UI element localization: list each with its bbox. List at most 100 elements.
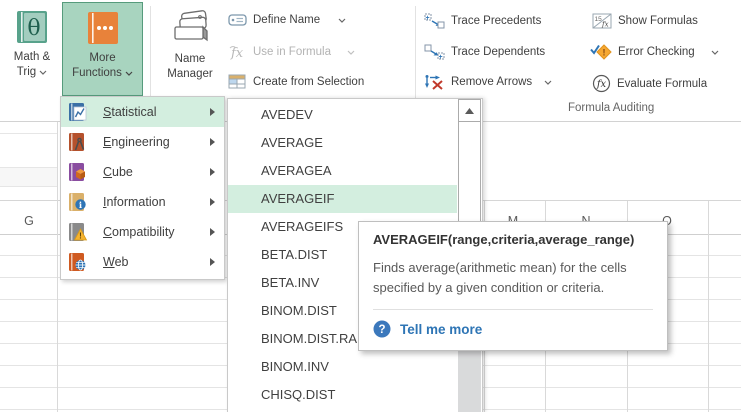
formula-auditing-group-label: Formula Auditing xyxy=(568,102,654,114)
submenu-arrow-icon xyxy=(210,198,215,206)
error-checking-label: Error Checking xyxy=(618,46,695,58)
svg-text:!: ! xyxy=(603,48,606,58)
more-functions-label-line2: Functions xyxy=(72,66,122,81)
chevron-down-icon xyxy=(347,50,355,55)
web-book-icon xyxy=(68,252,88,272)
submenu-arrow-icon xyxy=(210,138,215,146)
evaluate-formula-icon: fx xyxy=(592,74,611,93)
evaluate-formula-label: Evaluate Formula xyxy=(617,78,707,90)
function-item-binom-inv[interactable]: BINOM.INV xyxy=(228,353,457,381)
function-item-average[interactable]: AVERAGE xyxy=(228,129,457,157)
submenu-arrow-icon xyxy=(210,108,215,116)
gridline-col-p xyxy=(708,201,709,412)
name-manager-label-line1: Name xyxy=(175,52,206,67)
menu-item-label: Engineering xyxy=(103,135,170,149)
excel-formulas-ribbon-screenshot: G M N O θ Math & Trig xyxy=(0,0,741,412)
svg-text:θ: θ xyxy=(27,16,40,41)
create-from-selection-icon xyxy=(228,74,247,89)
engineering-book-icon xyxy=(68,132,88,152)
menu-item-label: Cube xyxy=(103,165,133,179)
menu-item-compatibility[interactable]: ! Compatibility xyxy=(61,217,224,247)
create-from-selection-label: Create from Selection xyxy=(253,76,364,88)
trace-dependents-label: Trace Dependents xyxy=(451,46,545,58)
more-functions-label-line1: More xyxy=(89,51,115,66)
svg-text:fx: fx xyxy=(230,46,244,60)
chevron-down-icon xyxy=(125,71,133,76)
svg-text:fx: fx xyxy=(596,79,607,90)
remove-arrows-icon xyxy=(424,74,445,90)
function-item-avedev[interactable]: AVEDEV xyxy=(228,101,457,129)
trace-precedents-label: Trace Precedents xyxy=(451,15,541,27)
menu-item-web[interactable]: Web xyxy=(61,247,224,277)
menu-item-statistical[interactable]: Statistical xyxy=(61,97,224,127)
help-question-icon: ? xyxy=(373,320,391,338)
tooltip-divider xyxy=(373,309,653,310)
function-item-averagea[interactable]: AVERAGEA xyxy=(228,157,457,185)
show-formulas-icon: 15 fx xyxy=(592,13,612,29)
evaluate-formula-button[interactable]: fx Evaluate Formula xyxy=(592,74,707,93)
submenu-arrow-icon xyxy=(210,258,215,266)
submenu-arrow-icon xyxy=(210,228,215,236)
chevron-down-icon xyxy=(544,80,552,85)
svg-text:!: ! xyxy=(79,232,82,241)
formula-bar-line xyxy=(0,133,57,134)
svg-text:+: + xyxy=(439,54,443,60)
svg-text:15: 15 xyxy=(595,16,603,23)
more-functions-book-icon xyxy=(87,11,119,45)
information-book-icon: i xyxy=(68,192,88,212)
svg-text:?: ? xyxy=(378,324,385,336)
cube-book-icon xyxy=(68,162,88,182)
statistical-book-icon xyxy=(68,102,88,122)
math-trig-label-line1: Math & xyxy=(14,50,50,65)
use-in-formula-button: fx Use in Formula xyxy=(228,44,355,60)
menu-item-label: Information xyxy=(103,195,166,209)
scrollbar-up-button[interactable] xyxy=(458,99,481,122)
define-name-tag-icon xyxy=(228,13,247,27)
math-trig-label-line2: Trig xyxy=(17,65,36,80)
tooltip-title: AVERAGEIF(range,criteria,average_range) xyxy=(373,232,653,247)
chevron-down-icon xyxy=(711,50,719,55)
column-header-g[interactable]: G xyxy=(14,209,44,233)
tell-me-more-label: Tell me more xyxy=(400,322,482,337)
name-box-strip xyxy=(0,167,57,187)
group-separator xyxy=(415,6,416,112)
math-trig-book-icon: θ xyxy=(16,10,48,44)
function-item-chisq-dist[interactable]: CHISQ.DIST xyxy=(228,381,457,409)
scroll-up-arrow-icon xyxy=(465,108,474,114)
averageif-tooltip: AVERAGEIF(range,criteria,average_range) … xyxy=(358,221,668,351)
trace-precedents-icon: + xyxy=(424,13,445,29)
menu-item-label: Compatibility xyxy=(103,225,175,239)
name-manager-button[interactable]: Name Manager xyxy=(152,2,228,94)
menu-item-information[interactable]: i Information xyxy=(61,187,224,217)
tooltip-description: Finds average(arithmetic mean) for the c… xyxy=(373,258,649,298)
use-in-formula-label: Use in Formula xyxy=(253,46,331,58)
more-functions-menu: Statistical Engineering Cube xyxy=(60,96,225,280)
error-checking-icon: ! xyxy=(590,44,612,60)
trace-dependents-button[interactable]: + Trace Dependents xyxy=(424,44,545,60)
define-name-button[interactable]: Define Name xyxy=(228,13,346,27)
trace-dependents-icon: + xyxy=(424,44,445,60)
chevron-down-icon xyxy=(338,18,346,23)
trace-precedents-button[interactable]: + Trace Precedents xyxy=(424,13,541,29)
tell-me-more-link[interactable]: ? Tell me more xyxy=(373,320,653,338)
compatibility-book-icon: ! xyxy=(68,222,88,242)
menu-item-engineering[interactable]: Engineering xyxy=(61,127,224,157)
svg-text:+: + xyxy=(426,15,430,22)
math-trig-button[interactable]: θ Math & Trig xyxy=(4,2,60,94)
use-in-formula-icon: fx xyxy=(228,44,247,60)
menu-item-cube[interactable]: Cube xyxy=(61,157,224,187)
name-manager-icon xyxy=(169,10,211,46)
show-formulas-button[interactable]: 15 fx Show Formulas xyxy=(592,13,698,29)
menu-item-label: Web xyxy=(103,255,128,269)
function-item-averageif[interactable]: AVERAGEIF xyxy=(228,185,457,213)
more-functions-button[interactable]: More Functions xyxy=(62,2,143,96)
svg-text:fx: fx xyxy=(601,21,609,29)
submenu-arrow-icon xyxy=(210,168,215,176)
remove-arrows-button[interactable]: Remove Arrows xyxy=(424,74,552,90)
error-checking-button[interactable]: ! Error Checking xyxy=(590,44,719,60)
menu-item-label: Statistical xyxy=(103,105,157,119)
gridline-col-g xyxy=(57,122,58,412)
name-manager-label-line2: Manager xyxy=(167,67,212,82)
remove-arrows-label: Remove Arrows xyxy=(451,76,532,88)
create-from-selection-button[interactable]: Create from Selection xyxy=(228,74,364,89)
